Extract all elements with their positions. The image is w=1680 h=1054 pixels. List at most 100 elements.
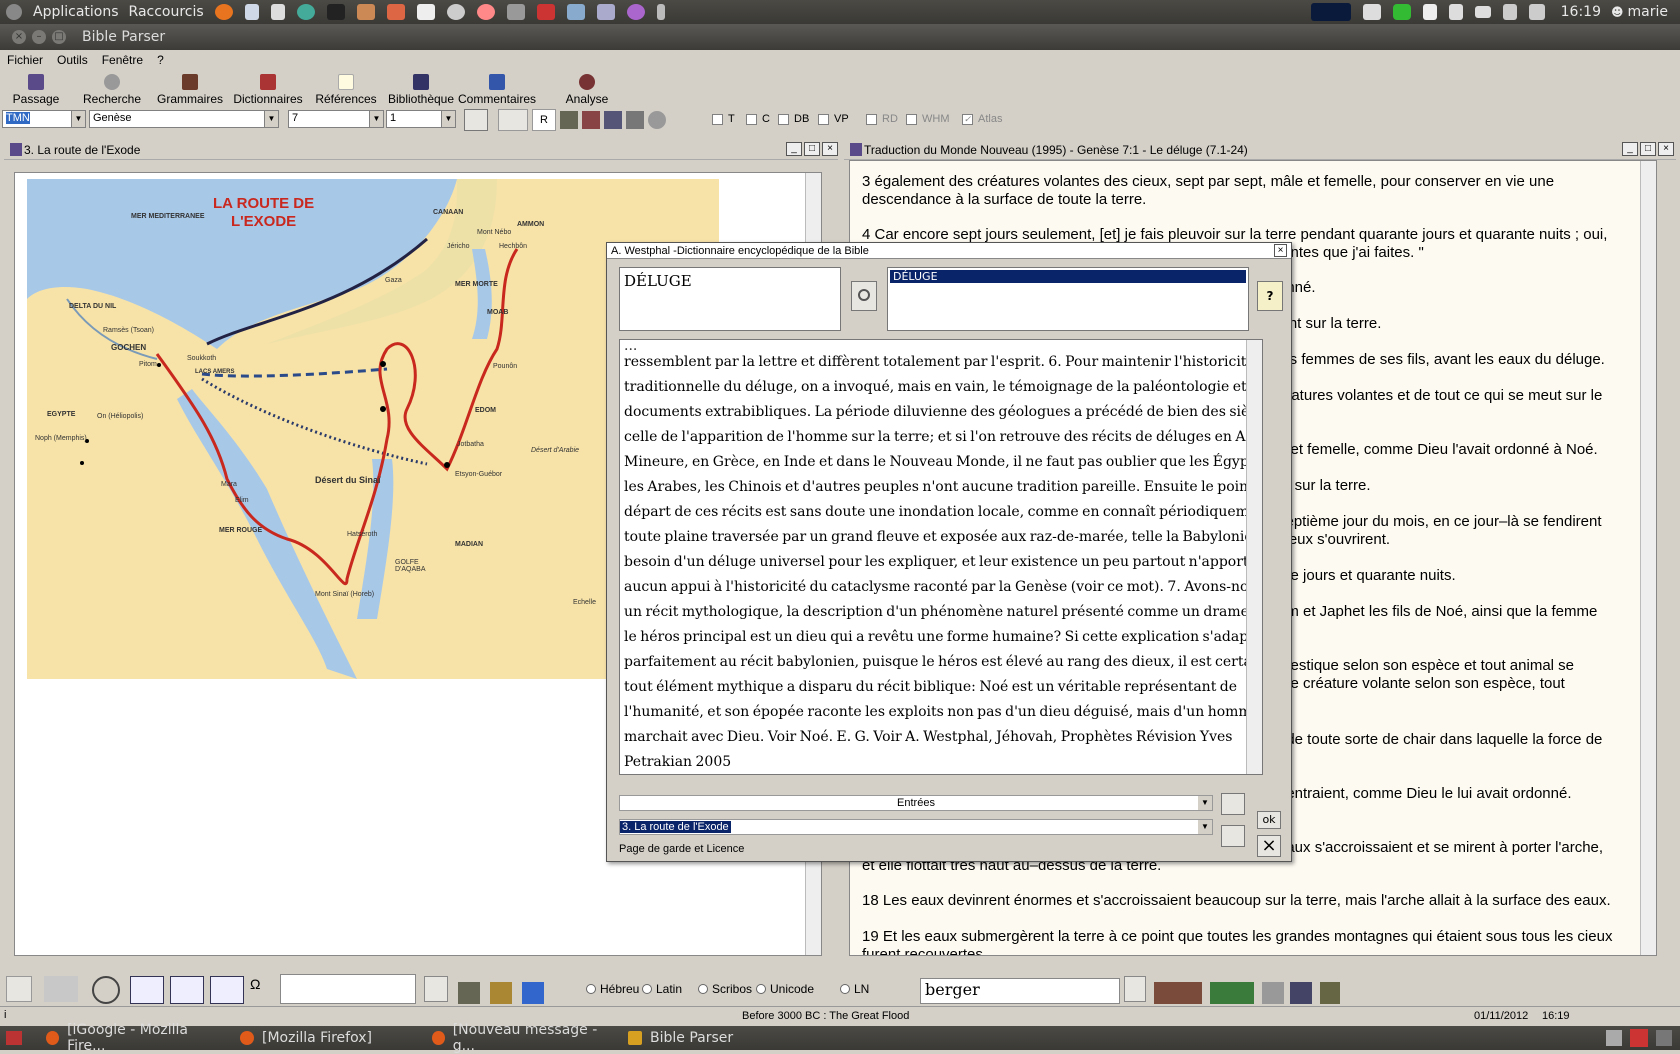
- clock[interactable]: 16:19: [1561, 4, 1601, 20]
- system-monitor-icon[interactable]: [1310, 3, 1351, 21]
- dropbox-tray-icon[interactable]: [1422, 4, 1437, 20]
- dictionnaires-button[interactable]: Dictionnaires: [228, 70, 308, 106]
- radio-latin[interactable]: Latin: [642, 982, 682, 996]
- tools-icon[interactable]: [1630, 1029, 1648, 1047]
- eject-tray-icon[interactable]: [1448, 4, 1463, 20]
- close-icon[interactable]: ×: [822, 142, 838, 156]
- document-search-button[interactable]: [1221, 825, 1245, 847]
- chapter-select[interactable]: 7 ▼: [288, 110, 384, 128]
- workspace-icon[interactable]: [1656, 1030, 1672, 1046]
- references-button[interactable]: Références: [308, 70, 384, 106]
- windows-launcher-icon[interactable]: [596, 4, 615, 20]
- user-menu[interactable]: marie: [1628, 4, 1668, 20]
- menu-help[interactable]: ?: [150, 53, 171, 67]
- document-launcher-icon[interactable]: [244, 4, 259, 20]
- maximize-icon[interactable]: □: [1640, 142, 1656, 156]
- radio-ln[interactable]: LN: [840, 982, 869, 996]
- folder-tray-icon[interactable]: [1362, 4, 1381, 20]
- tool-icon-4[interactable]: [626, 111, 644, 129]
- help-button[interactable]: ?: [1257, 281, 1283, 311]
- columns-icon[interactable]: [1290, 982, 1312, 1004]
- check-t[interactable]: T: [712, 113, 735, 125]
- entries-search-button[interactable]: [1221, 793, 1245, 815]
- tool-icon-1[interactable]: [560, 111, 578, 129]
- mail-tray-icon[interactable]: [1474, 6, 1491, 18]
- cancel-button[interactable]: ×: [1257, 835, 1281, 857]
- verse-scrollbar[interactable]: [1640, 161, 1656, 955]
- maximize-window-button[interactable]: □: [52, 30, 66, 44]
- maximize-icon[interactable]: □: [804, 142, 820, 156]
- license-link[interactable]: Page de garde et Licence: [619, 843, 744, 855]
- firefox-launcher-icon[interactable]: [214, 4, 233, 20]
- layout-one-icon[interactable]: [130, 976, 164, 1004]
- menu-outils[interactable]: Outils: [50, 53, 95, 67]
- go-search-button[interactable]: [464, 109, 488, 131]
- show-desktop-icon[interactable]: [6, 1031, 22, 1045]
- monitor-launcher-icon[interactable]: [566, 4, 585, 20]
- task-bible-parser[interactable]: Bible Parser: [618, 1026, 818, 1050]
- close-icon[interactable]: ×: [1658, 142, 1674, 156]
- files-launcher-icon[interactable]: [356, 4, 375, 20]
- volume-tray-icon[interactable]: [1528, 4, 1545, 20]
- radio-hebreu[interactable]: Hébreu: [586, 982, 639, 996]
- close-icon[interactable]: ×: [1274, 244, 1287, 257]
- dictionary-entry-list[interactable]: DÉLUGE: [887, 267, 1249, 331]
- commentaires-button[interactable]: Commentaires: [458, 70, 536, 106]
- word-search-input[interactable]: berger: [920, 978, 1120, 1004]
- home-icon[interactable]: [6, 976, 32, 1002]
- check-c[interactable]: C: [746, 113, 770, 125]
- dialog-search-button[interactable]: [851, 281, 877, 311]
- app-launcher-icon[interactable]: [270, 4, 285, 20]
- minimize-icon[interactable]: _: [1622, 142, 1638, 156]
- check-atlas[interactable]: ✓ Atlas: [962, 113, 1002, 125]
- check-tray-icon[interactable]: [1392, 4, 1411, 20]
- task-new-message[interactable]: [Nouveau message - g...: [422, 1022, 618, 1054]
- tool-icon-2[interactable]: [582, 111, 600, 129]
- document-select[interactable]: 3. La route de l'Exode ▼: [619, 819, 1213, 835]
- bar-chart-icon[interactable]: [522, 982, 544, 1004]
- calc-icon[interactable]: [458, 982, 480, 1004]
- minimize-window-button[interactable]: –: [32, 30, 46, 44]
- check-vp[interactable]: VP: [818, 113, 849, 125]
- usb-launcher-icon[interactable]: [656, 4, 665, 20]
- bottom-text-input[interactable]: [280, 974, 416, 1004]
- analyse-button[interactable]: Analyse: [550, 70, 624, 106]
- shortcuts-menu[interactable]: Raccourcis: [124, 4, 209, 20]
- r-button[interactable]: R: [532, 109, 556, 131]
- grammaires-button[interactable]: Grammaires: [152, 70, 228, 106]
- ubuntu-logo-icon[interactable]: [6, 4, 22, 20]
- task-firefox[interactable]: [Mozilla Firefox]: [230, 1026, 422, 1050]
- network-tray-icon[interactable]: [1502, 4, 1517, 20]
- grid-icon[interactable]: [490, 982, 512, 1004]
- check-db[interactable]: DB: [778, 113, 809, 125]
- omega-icon[interactable]: Ω: [250, 976, 268, 1004]
- book-select[interactable]: Genèse ▼: [89, 110, 279, 128]
- applications-menu[interactable]: Applications: [28, 4, 124, 20]
- game-launcher-icon[interactable]: [626, 4, 645, 20]
- chrome-launcher-icon[interactable]: [296, 4, 315, 20]
- tool-icon-5[interactable]: [648, 111, 666, 129]
- check-whm[interactable]: WHM: [906, 113, 950, 125]
- radio-unicode[interactable]: Unicode: [756, 982, 814, 996]
- back-icon[interactable]: [44, 976, 78, 1002]
- table-icon[interactable]: [1262, 982, 1284, 1004]
- magnifier-icon[interactable]: [424, 976, 448, 1002]
- calculator-launcher-icon[interactable]: [506, 4, 525, 20]
- disc-launcher-icon[interactable]: [446, 4, 465, 20]
- article-scrollbar[interactable]: [1246, 340, 1262, 774]
- radio-scribos[interactable]: Scribos: [698, 982, 752, 996]
- terminal-launcher-icon[interactable]: [326, 4, 345, 20]
- entries-select[interactable]: Entrées ▼: [619, 795, 1213, 811]
- minimize-icon[interactable]: _: [786, 142, 802, 156]
- tool-icon-3[interactable]: [604, 111, 622, 129]
- trash-icon[interactable]: [1606, 1030, 1622, 1046]
- tools-launcher-icon[interactable]: [536, 4, 555, 20]
- layout-three-icon[interactable]: [210, 976, 244, 1004]
- layout-two-icon[interactable]: [170, 976, 204, 1004]
- menu-fichier[interactable]: Fichier: [0, 53, 50, 67]
- printer-launcher-icon[interactable]: [416, 4, 435, 20]
- chart-icon[interactable]: [1210, 982, 1254, 1004]
- prev-next-buttons[interactable]: [498, 109, 528, 131]
- bibliotheque-button[interactable]: Bibliothèque: [384, 70, 458, 106]
- entry-selected[interactable]: DÉLUGE: [890, 270, 1246, 283]
